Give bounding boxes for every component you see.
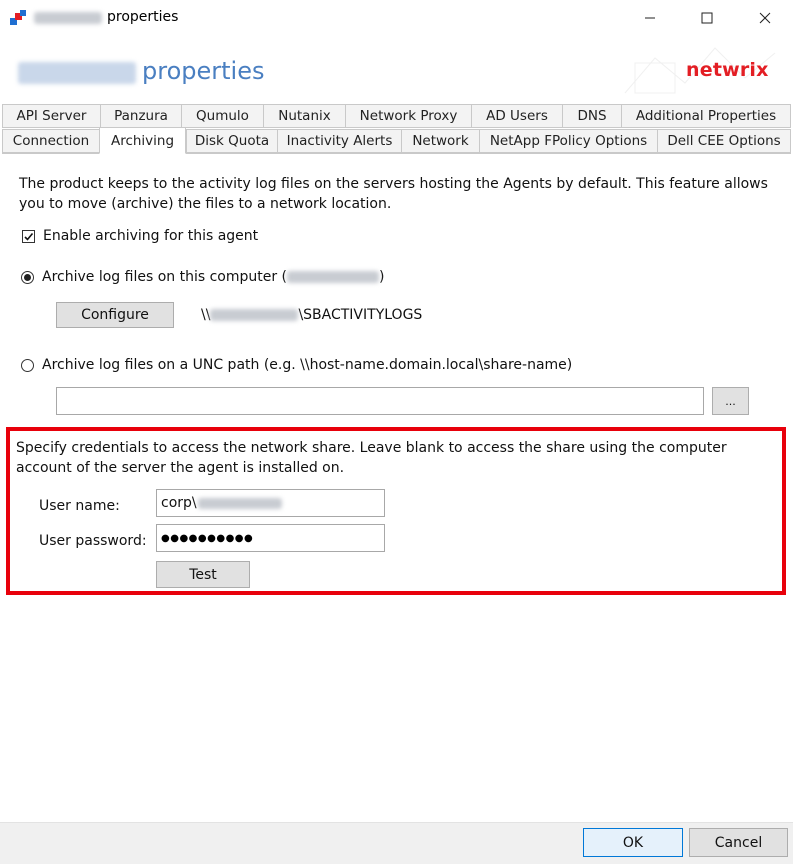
redacted-computer-name <box>287 271 380 283</box>
tab-netapp-fpolicy-options[interactable]: NetApp FPolicy Options <box>479 129 658 153</box>
tab-dell-cee-options[interactable]: Dell CEE Options <box>657 129 791 153</box>
tab-inactivity-alerts[interactable]: Inactivity Alerts <box>277 129 402 153</box>
archive-local-label[interactable]: Archive log files on this computer () <box>42 269 384 285</box>
username-label: User name: <box>39 498 120 514</box>
tab-panzura[interactable]: Panzura <box>100 104 182 128</box>
archive-local-radio[interactable] <box>21 271 34 284</box>
cancel-button[interactable]: Cancel <box>689 828 788 857</box>
tab-dns[interactable]: DNS <box>562 104 622 128</box>
close-icon[interactable] <box>742 0 788 36</box>
tab-ad-users[interactable]: AD Users <box>471 104 563 128</box>
archive-path-display: \\ \SBACTIVITYLOGS <box>201 307 423 323</box>
archiving-description: The product keeps to the activity log fi… <box>19 176 768 212</box>
tab-archiving[interactable]: Archiving <box>99 127 186 154</box>
tab-api-server[interactable]: API Server <box>2 104 101 128</box>
window-title: properties <box>107 9 179 25</box>
redacted-path-host <box>210 309 299 321</box>
password-label: User password: <box>39 533 147 549</box>
username-input[interactable]: corp\ <box>156 489 385 517</box>
configure-button[interactable]: Configure <box>56 302 174 328</box>
redacted-username <box>197 497 282 509</box>
tab-network-proxy[interactable]: Network Proxy <box>345 104 472 128</box>
unc-path-input[interactable] <box>56 387 704 415</box>
credentials-description: Specify credentials to access the networ… <box>16 440 727 476</box>
tab-nutanix[interactable]: Nutanix <box>263 104 346 128</box>
enable-archiving-label[interactable]: Enable archiving for this agent <box>43 228 258 244</box>
tab-qumulo[interactable]: Qumulo <box>181 104 264 128</box>
password-input[interactable]: ●●●●●●●●●● <box>156 524 385 552</box>
tab-additional-properties[interactable]: Additional Properties <box>621 104 791 128</box>
redacted-header-host <box>18 62 136 84</box>
tab-disk-quota[interactable]: Disk Quota <box>186 129 278 153</box>
browse-button[interactable]: ... <box>712 387 749 415</box>
username-value: corp\ <box>161 495 197 511</box>
redacted-host-name <box>34 12 102 24</box>
archive-unc-radio[interactable] <box>21 359 34 372</box>
archive-unc-label[interactable]: Archive log files on a UNC path (e.g. \\… <box>42 357 572 373</box>
test-button[interactable]: Test <box>156 561 250 588</box>
ok-button[interactable]: OK <box>583 828 683 857</box>
header-title: properties <box>142 57 265 85</box>
maximize-icon[interactable] <box>684 0 730 36</box>
password-value: ●●●●●●●●●● <box>161 532 254 544</box>
enable-archiving-checkbox[interactable] <box>22 230 35 243</box>
netwrix-logo: netwrix <box>686 59 769 81</box>
tab-network[interactable]: Network <box>401 129 480 153</box>
tab-connection[interactable]: Connection <box>2 129 100 153</box>
minimize-icon[interactable] <box>627 0 673 36</box>
app-icon <box>10 10 28 26</box>
